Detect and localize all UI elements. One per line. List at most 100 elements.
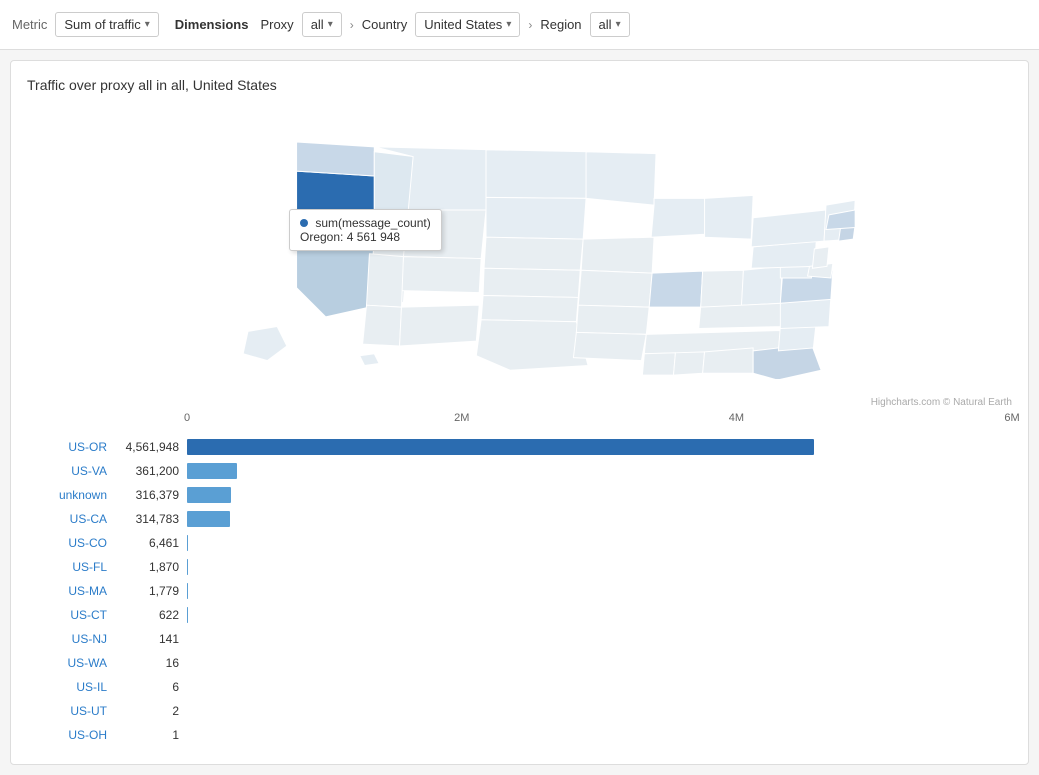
kentucky-state[interactable] — [698, 303, 782, 328]
table-row: US-UT 2 — [27, 700, 1012, 722]
x-label-4m: 4M — [729, 412, 744, 424]
country-dropdown[interactable]: United States ▾ — [415, 12, 520, 37]
wyoming-state[interactable] — [403, 210, 486, 259]
bar-value-us-va: 361,200 — [107, 464, 187, 478]
metric-label: Metric — [12, 17, 47, 32]
bar-value-unknown: 316,379 — [107, 488, 187, 502]
bar-link-us-nj[interactable]: US-NJ — [27, 632, 107, 646]
metric-dropdown[interactable]: Sum of traffic ▾ — [55, 12, 158, 37]
bar-value-us-fl: 1,870 — [107, 560, 187, 574]
bar-value-us-ma: 1,779 — [107, 584, 187, 598]
metric-value: Sum of traffic — [64, 17, 140, 32]
bar-track — [187, 655, 1012, 671]
x-label-6m: 6M — [1004, 412, 1019, 424]
map-container: sum(message_count) Oregon: 4 561 948 — [27, 109, 1012, 389]
kansas-state[interactable] — [483, 268, 580, 297]
bar-track — [187, 439, 1012, 455]
mississippi-state[interactable] — [642, 353, 675, 375]
table-row: US-MA 1,779 — [27, 580, 1012, 602]
illinois-state[interactable] — [649, 271, 702, 307]
bar-link-us-co[interactable]: US-CO — [27, 536, 107, 550]
country-label: Country — [362, 17, 408, 32]
california-state[interactable] — [296, 239, 374, 317]
bar-track — [187, 463, 1012, 479]
hawaii-state[interactable] — [359, 354, 378, 366]
region-dropdown[interactable]: all ▾ — [590, 12, 630, 37]
proxy-dropdown-arrow: ▾ — [328, 19, 333, 30]
bar-value-us-il: 6 — [107, 680, 187, 694]
alaska-state[interactable] — [243, 327, 287, 361]
chevron-country-icon: › — [350, 18, 354, 32]
south-dakota-state[interactable] — [486, 197, 586, 239]
bar-chart: US-OR 4,561,948 US-VA 361,200 unknown 31… — [27, 436, 1012, 746]
texas-state[interactable] — [476, 320, 588, 371]
arkansas-state[interactable] — [576, 305, 649, 334]
bar-link-us-va[interactable]: US-VA — [27, 464, 107, 478]
bar-link-us-or[interactable]: US-OR — [27, 440, 107, 454]
missouri-state[interactable] — [578, 270, 652, 307]
bar-track — [187, 727, 1012, 743]
bar-track — [187, 631, 1012, 647]
main-panel: Traffic over proxy all in all, United St… — [10, 60, 1029, 765]
proxy-value: all — [311, 17, 324, 32]
bar-link-us-fl[interactable]: US-FL — [27, 560, 107, 574]
table-row: US-CA 314,783 — [27, 508, 1012, 530]
bar-value-us-ut: 2 — [107, 704, 187, 718]
new-jersey-state[interactable] — [812, 247, 829, 268]
chart-title: Traffic over proxy all in all, United St… — [27, 77, 1012, 93]
washington-state[interactable] — [296, 142, 374, 176]
table-row: US-NJ 141 — [27, 628, 1012, 650]
ohio-state[interactable] — [741, 266, 782, 305]
country-dropdown-arrow: ▾ — [506, 19, 511, 30]
country-value: United States — [424, 17, 502, 32]
bar-value-us-oh: 1 — [107, 728, 187, 742]
minnesota-state[interactable] — [586, 152, 656, 205]
bar-link-us-ma[interactable]: US-MA — [27, 584, 107, 598]
bar-link-us-il[interactable]: US-IL — [27, 680, 107, 694]
bar-track — [187, 487, 1012, 503]
indiana-state[interactable] — [700, 270, 743, 307]
bar-fill — [187, 535, 188, 551]
us-map — [180, 109, 860, 379]
alabama-state[interactable] — [673, 352, 704, 375]
proxy-dropdown[interactable]: all ▾ — [302, 12, 342, 37]
oklahoma-state[interactable] — [481, 295, 578, 321]
table-row: US-CT 622 — [27, 604, 1012, 626]
michigan-state[interactable] — [704, 195, 753, 239]
bar-link-us-oh[interactable]: US-OH — [27, 728, 107, 742]
region-label: Region — [540, 17, 581, 32]
new-york-state[interactable] — [751, 210, 826, 247]
bar-link-us-ct[interactable]: US-CT — [27, 608, 107, 622]
bar-value-us-nj: 141 — [107, 632, 187, 646]
bar-link-unknown[interactable]: unknown — [27, 488, 107, 502]
colorado-state[interactable] — [401, 257, 481, 293]
nebraska-state[interactable] — [484, 237, 583, 270]
bar-fill — [187, 511, 230, 527]
region-value: all — [599, 17, 612, 32]
arizona-state[interactable] — [362, 305, 401, 346]
oregon-state[interactable] — [296, 171, 374, 239]
bar-value-us-ca: 314,783 — [107, 512, 187, 526]
x-label-0: 0 — [184, 412, 190, 424]
header-bar: Metric Sum of traffic ▾ Dimensions Proxy… — [0, 0, 1039, 50]
region-dropdown-arrow: ▾ — [616, 19, 621, 30]
bar-fill — [187, 439, 814, 455]
metric-dropdown-arrow: ▾ — [145, 19, 150, 30]
north-dakota-state[interactable] — [486, 150, 588, 199]
bar-value-us-co: 6,461 — [107, 536, 187, 550]
louisiana-state[interactable] — [573, 332, 646, 360]
bar-link-us-ut[interactable]: US-UT — [27, 704, 107, 718]
dimensions-label: Dimensions — [175, 17, 249, 32]
bar-fill — [187, 463, 237, 479]
chevron-region-icon: › — [528, 18, 532, 32]
georgia-state[interactable] — [702, 348, 753, 373]
table-row: US-OH 1 — [27, 724, 1012, 746]
utah-state[interactable] — [366, 254, 403, 307]
bar-track — [187, 583, 1012, 599]
wisconsin-state[interactable] — [651, 198, 706, 237]
bar-link-us-ca[interactable]: US-CA — [27, 512, 107, 526]
bar-link-us-wa[interactable]: US-WA — [27, 656, 107, 670]
table-row: US-FL 1,870 — [27, 556, 1012, 578]
iowa-state[interactable] — [581, 237, 654, 273]
new-mexico-state[interactable] — [399, 305, 479, 346]
